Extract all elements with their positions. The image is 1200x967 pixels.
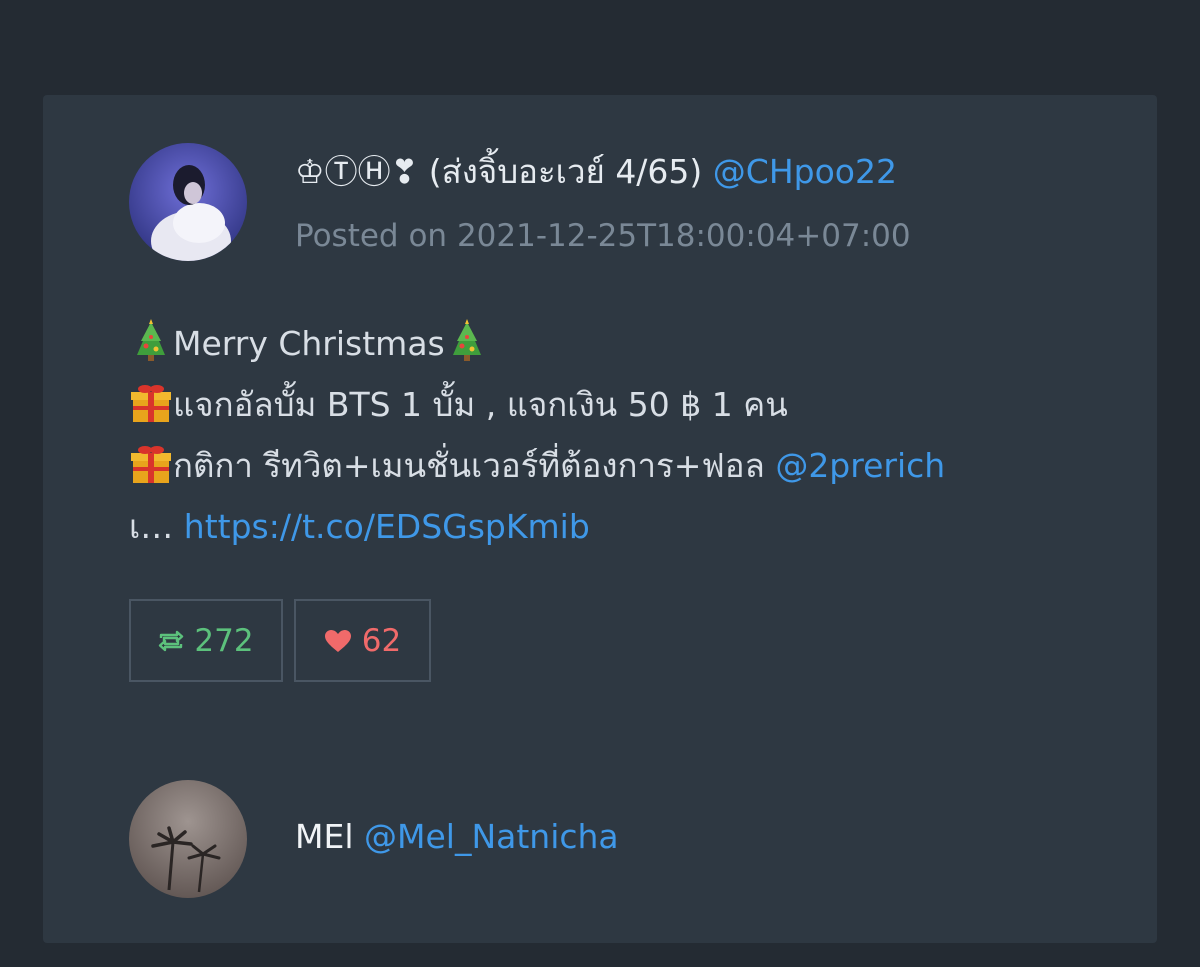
reply-display-name: MEl [295, 817, 354, 856]
reply-author-line: MEl @Mel_Natnicha [295, 815, 619, 859]
tweet-line-4: เ… https://t.co/EDSGspKmib [129, 496, 1119, 557]
posted-label: Posted on [295, 218, 448, 254]
heart-icon [324, 629, 351, 652]
giveaway-text: แจกอัลบั้ม BTS 1 บั้ม , แจกเงิน 50 ฿ 1 ค… [173, 385, 788, 424]
tweet-line-2: แจกอัลบั้ม BTS 1 บั้ม , แจกเงิน 50 ฿ 1 ค… [129, 374, 1119, 435]
retweet-count: 272 [194, 622, 254, 659]
posted-date: 2021-12-25T18:00:04+07:00 [456, 218, 911, 254]
gift-icon [131, 385, 171, 422]
reply-handle-link[interactable]: @Mel_Natnicha [364, 817, 619, 856]
tweet-card: ♔ⓉⒽ❣ (ส่งจิ้บอะเวย์ 4/65) @CHpoo22 Poste… [43, 95, 1157, 943]
gift-icon [131, 446, 171, 483]
tweet-line-3: กติกา รีทวิต+เมนชั่นเวอร์ที่ต้องการ+ฟอล … [129, 435, 1119, 496]
like-count-button[interactable]: 62 [294, 599, 431, 682]
tweet-url-link[interactable]: https://t.co/EDSGspKmib [184, 507, 590, 546]
reply-author-avatar[interactable] [129, 780, 247, 898]
mention-link[interactable]: @2prerich [775, 446, 945, 485]
rules-text: กติกา รีทวิต+เมนชั่นเวอร์ที่ต้องการ+ฟอล [173, 446, 765, 485]
author-avatar[interactable] [129, 143, 247, 261]
tweet-line-1: Merry Christmas [129, 313, 1119, 374]
truncated-text: เ… [129, 507, 174, 546]
christmas-tree-icon [452, 319, 481, 361]
tweet-text: Merry Christmas แจกอัลบั้ม BTS 1 บั้ม , … [129, 313, 1119, 557]
retweet-icon [159, 630, 184, 651]
retweet-count-button[interactable]: 272 [129, 599, 283, 682]
merry-christmas-text: Merry Christmas [173, 324, 445, 363]
author-handle-link[interactable]: @CHpoo22 [713, 152, 897, 191]
author-display-name: ♔ⓉⒽ❣ (ส่งจิ้บอะเวย์ 4/65) [295, 152, 703, 191]
like-count: 62 [361, 622, 402, 659]
post-timestamp: Posted on 2021-12-25T18:00:04+07:00 [295, 215, 911, 257]
author-line: ♔ⓉⒽ❣ (ส่งจิ้บอะเวย์ 4/65) @CHpoo22 [295, 150, 897, 194]
christmas-tree-icon [137, 319, 165, 361]
